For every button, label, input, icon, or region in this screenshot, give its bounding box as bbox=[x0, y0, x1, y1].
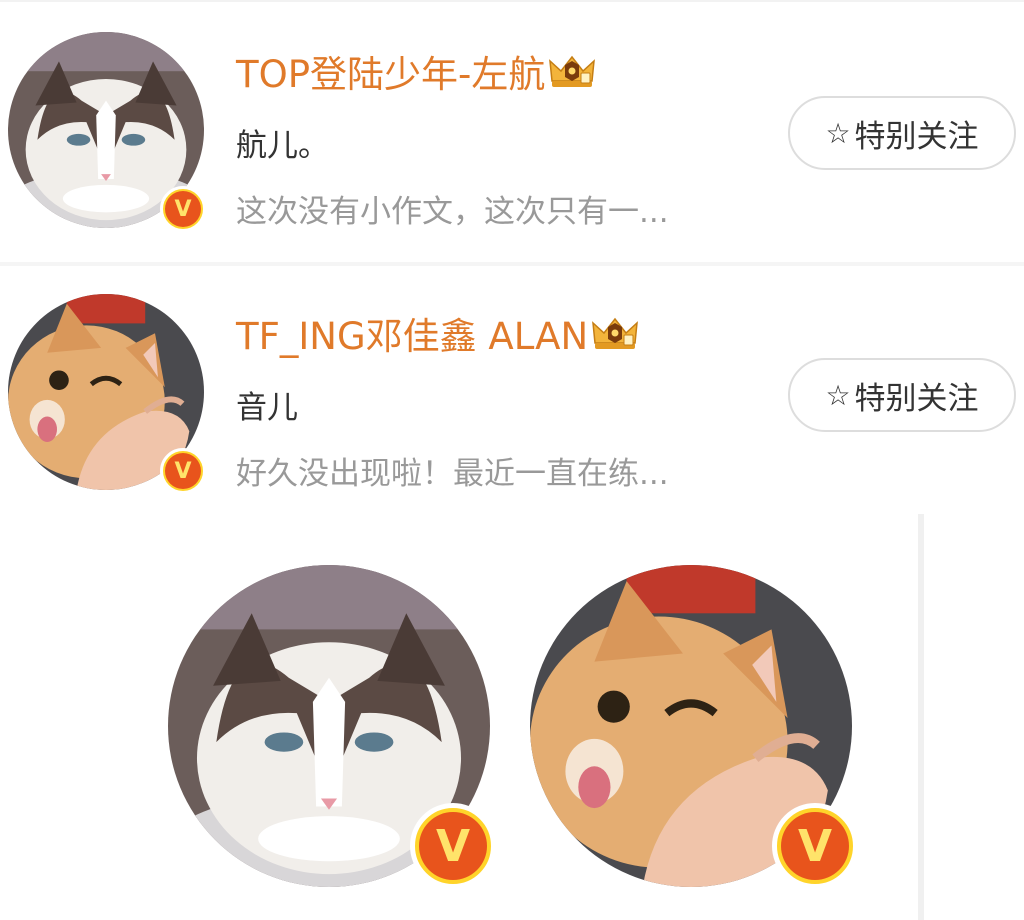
crown-icon bbox=[590, 313, 640, 353]
verified-badge-icon: V bbox=[160, 448, 206, 494]
user-name[interactable]: TOP登陆少年-左航 bbox=[236, 44, 597, 98]
verified-badge-icon: V bbox=[772, 803, 858, 889]
list-divider bbox=[0, 262, 1024, 266]
star-icon: ☆ bbox=[825, 379, 851, 411]
top-divider bbox=[0, 0, 1024, 2]
user-nickname: 航儿。 bbox=[236, 128, 329, 164]
verified-badge-icon: V bbox=[160, 186, 206, 232]
crown-icon bbox=[547, 51, 597, 91]
user-nickname: 音儿 bbox=[236, 390, 298, 426]
user-name[interactable]: TF_ING邓佳鑫 ALAN bbox=[236, 306, 640, 360]
special-follow-button[interactable]: ☆ 特别关注 bbox=[788, 96, 1016, 170]
user-bio: 好久没出现啦！最近一直在练... bbox=[236, 456, 669, 492]
user-list-item[interactable]: V TOP登陆少年-左航 航儿。 这次没有小作文，这次只有一... ☆ 特别关注 bbox=[0, 8, 1024, 258]
avatar[interactable]: V bbox=[8, 294, 206, 494]
star-icon: ☆ bbox=[825, 117, 851, 149]
user-list-item[interactable]: V TF_ING邓佳鑫 ALAN 音儿 好久没出现啦！最近一直在练... ☆ 特… bbox=[0, 270, 1024, 520]
verified-badge-icon: V bbox=[410, 803, 496, 889]
user-name-text: TF_ING邓佳鑫 ALAN bbox=[236, 315, 589, 358]
user-bio: 这次没有小作文，这次只有一... bbox=[236, 194, 669, 230]
enlarged-avatar: V bbox=[168, 565, 496, 889]
enlarged-avatar: V bbox=[530, 565, 858, 889]
scrollbar[interactable] bbox=[918, 514, 924, 920]
special-follow-button[interactable]: ☆ 特别关注 bbox=[788, 358, 1016, 432]
avatar[interactable]: V bbox=[8, 32, 206, 232]
follow-button-label: 特别关注 bbox=[854, 118, 979, 154]
follow-button-label: 特别关注 bbox=[854, 380, 979, 416]
user-name-text: TOP登陆少年-左航 bbox=[236, 53, 546, 96]
